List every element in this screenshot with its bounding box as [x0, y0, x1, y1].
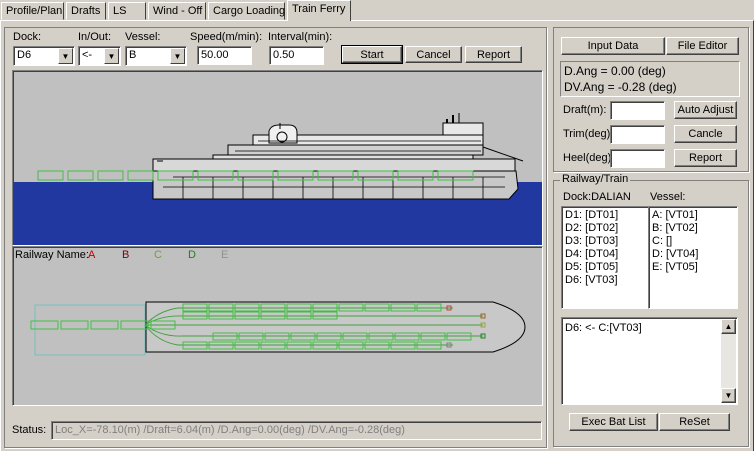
- status-label: Status:: [12, 424, 47, 436]
- tab-cargo-loading[interactable]: Cargo Loading: [208, 2, 285, 20]
- dock-value: D6: [17, 49, 32, 61]
- list-item[interactable]: D: [VT04]: [652, 248, 734, 261]
- draft-input[interactable]: [610, 101, 665, 120]
- dock-list[interactable]: D1: [DT01] D2: [DT02] D3: [DT03] D4: [DT…: [561, 206, 649, 309]
- ferry-profile-drawing: [13, 113, 542, 245]
- tab-train-ferry[interactable]: Train Ferry: [287, 0, 351, 21]
- list-item[interactable]: D6: [VT03]: [565, 274, 645, 287]
- right-report-button[interactable]: Report: [674, 149, 737, 167]
- vessel-list[interactable]: A: [VT01] B: [VT02] C: [] D: [VT04] E: […: [648, 206, 738, 309]
- inout-value: <-: [82, 49, 93, 61]
- list-item[interactable]: D5: [DT05]: [565, 261, 645, 274]
- chevron-down-icon[interactable]: ▼: [104, 48, 119, 64]
- tab-wind-off[interactable]: Wind - Off: [148, 2, 206, 20]
- list-item[interactable]: D2: [DT02]: [565, 222, 645, 235]
- inout-label: In/Out:: [78, 31, 112, 43]
- railway-train-title: Railway/Train: [560, 173, 631, 185]
- input-data-button[interactable]: Input Data: [561, 37, 665, 55]
- draft-label: Draft(m):: [563, 104, 607, 116]
- vessel-header: Vessel:: [650, 191, 686, 203]
- list-item[interactable]: D4: [DT04]: [565, 248, 645, 261]
- interval-input[interactable]: 0.50: [269, 46, 324, 65]
- profile-view: [12, 70, 543, 246]
- tab-drafts[interactable]: Drafts: [66, 2, 106, 20]
- vessel-value: B: [129, 49, 137, 61]
- tab-ls[interactable]: LS: [108, 2, 146, 20]
- list-item[interactable]: C: []: [652, 235, 734, 248]
- report-button[interactable]: Report: [465, 46, 522, 63]
- dock-label: Dock:: [13, 31, 42, 43]
- tab-profile-plan[interactable]: Profile/Plan: [1, 2, 64, 20]
- list-item[interactable]: D3: [DT03]: [565, 235, 645, 248]
- interval-label: Interval(min):: [268, 31, 333, 43]
- batch-list[interactable]: D6: <- C:[VT03] ▲ ▼: [561, 317, 738, 405]
- status-field: Loc_X=-78.10(m) /Draft=6.04(m) /D.Ang=0.…: [51, 421, 542, 440]
- trim-label: Trim(deg):: [563, 128, 614, 140]
- ferry-deck-outline: [145, 301, 526, 353]
- vessel-label: Vessel:: [125, 31, 161, 43]
- file-editor-button[interactable]: File Editor: [666, 37, 739, 55]
- heel-input[interactable]: [610, 149, 665, 168]
- scroll-down-icon[interactable]: ▼: [721, 388, 736, 403]
- batch-scrollbar[interactable]: ▲ ▼: [721, 319, 736, 403]
- list-item[interactable]: B: [VT02]: [652, 222, 734, 235]
- dv-ang-value: DV.Ang = -0.28 (deg): [564, 80, 677, 94]
- list-item[interactable]: E: [VT05]: [652, 261, 734, 274]
- dock-header: Dock:DALIAN: [563, 191, 631, 203]
- speed-input[interactable]: 50.00: [197, 46, 252, 65]
- cancel-button[interactable]: Cancel: [405, 46, 462, 63]
- exec-bat-list-button[interactable]: Exec Bat List: [569, 413, 658, 431]
- cancle-button[interactable]: Cancle: [674, 125, 737, 143]
- reset-button[interactable]: ReSet: [659, 413, 730, 431]
- ferry-hull: [152, 170, 519, 200]
- list-item[interactable]: D1: [DT01]: [565, 209, 645, 222]
- batch-item[interactable]: D6: <- C:[VT03]: [565, 322, 642, 335]
- d-ang-value: D.Ang = 0.00 (deg): [564, 64, 666, 78]
- dock-select[interactable]: D6 ▼: [13, 46, 75, 66]
- vessel-select[interactable]: B ▼: [125, 46, 187, 66]
- chevron-down-icon[interactable]: ▼: [58, 48, 73, 64]
- angle-readout: D.Ang = 0.00 (deg) DV.Ang = -0.28 (deg): [560, 61, 740, 97]
- scroll-up-icon[interactable]: ▲: [721, 319, 736, 334]
- trim-input[interactable]: [610, 125, 665, 144]
- heel-label: Heel(deg):: [563, 152, 615, 164]
- speed-label: Speed(m/min):: [190, 31, 263, 43]
- list-item[interactable]: A: [VT01]: [652, 209, 734, 222]
- plan-view: Railway Name: A B C D E: [12, 246, 543, 406]
- chevron-down-icon[interactable]: ▼: [170, 48, 185, 64]
- start-button[interactable]: Start: [341, 45, 403, 64]
- inout-select[interactable]: <- ▼: [78, 46, 121, 66]
- ferry-plan-drawing: [30, 301, 526, 356]
- auto-adjust-button[interactable]: Auto Adjust: [674, 101, 737, 119]
